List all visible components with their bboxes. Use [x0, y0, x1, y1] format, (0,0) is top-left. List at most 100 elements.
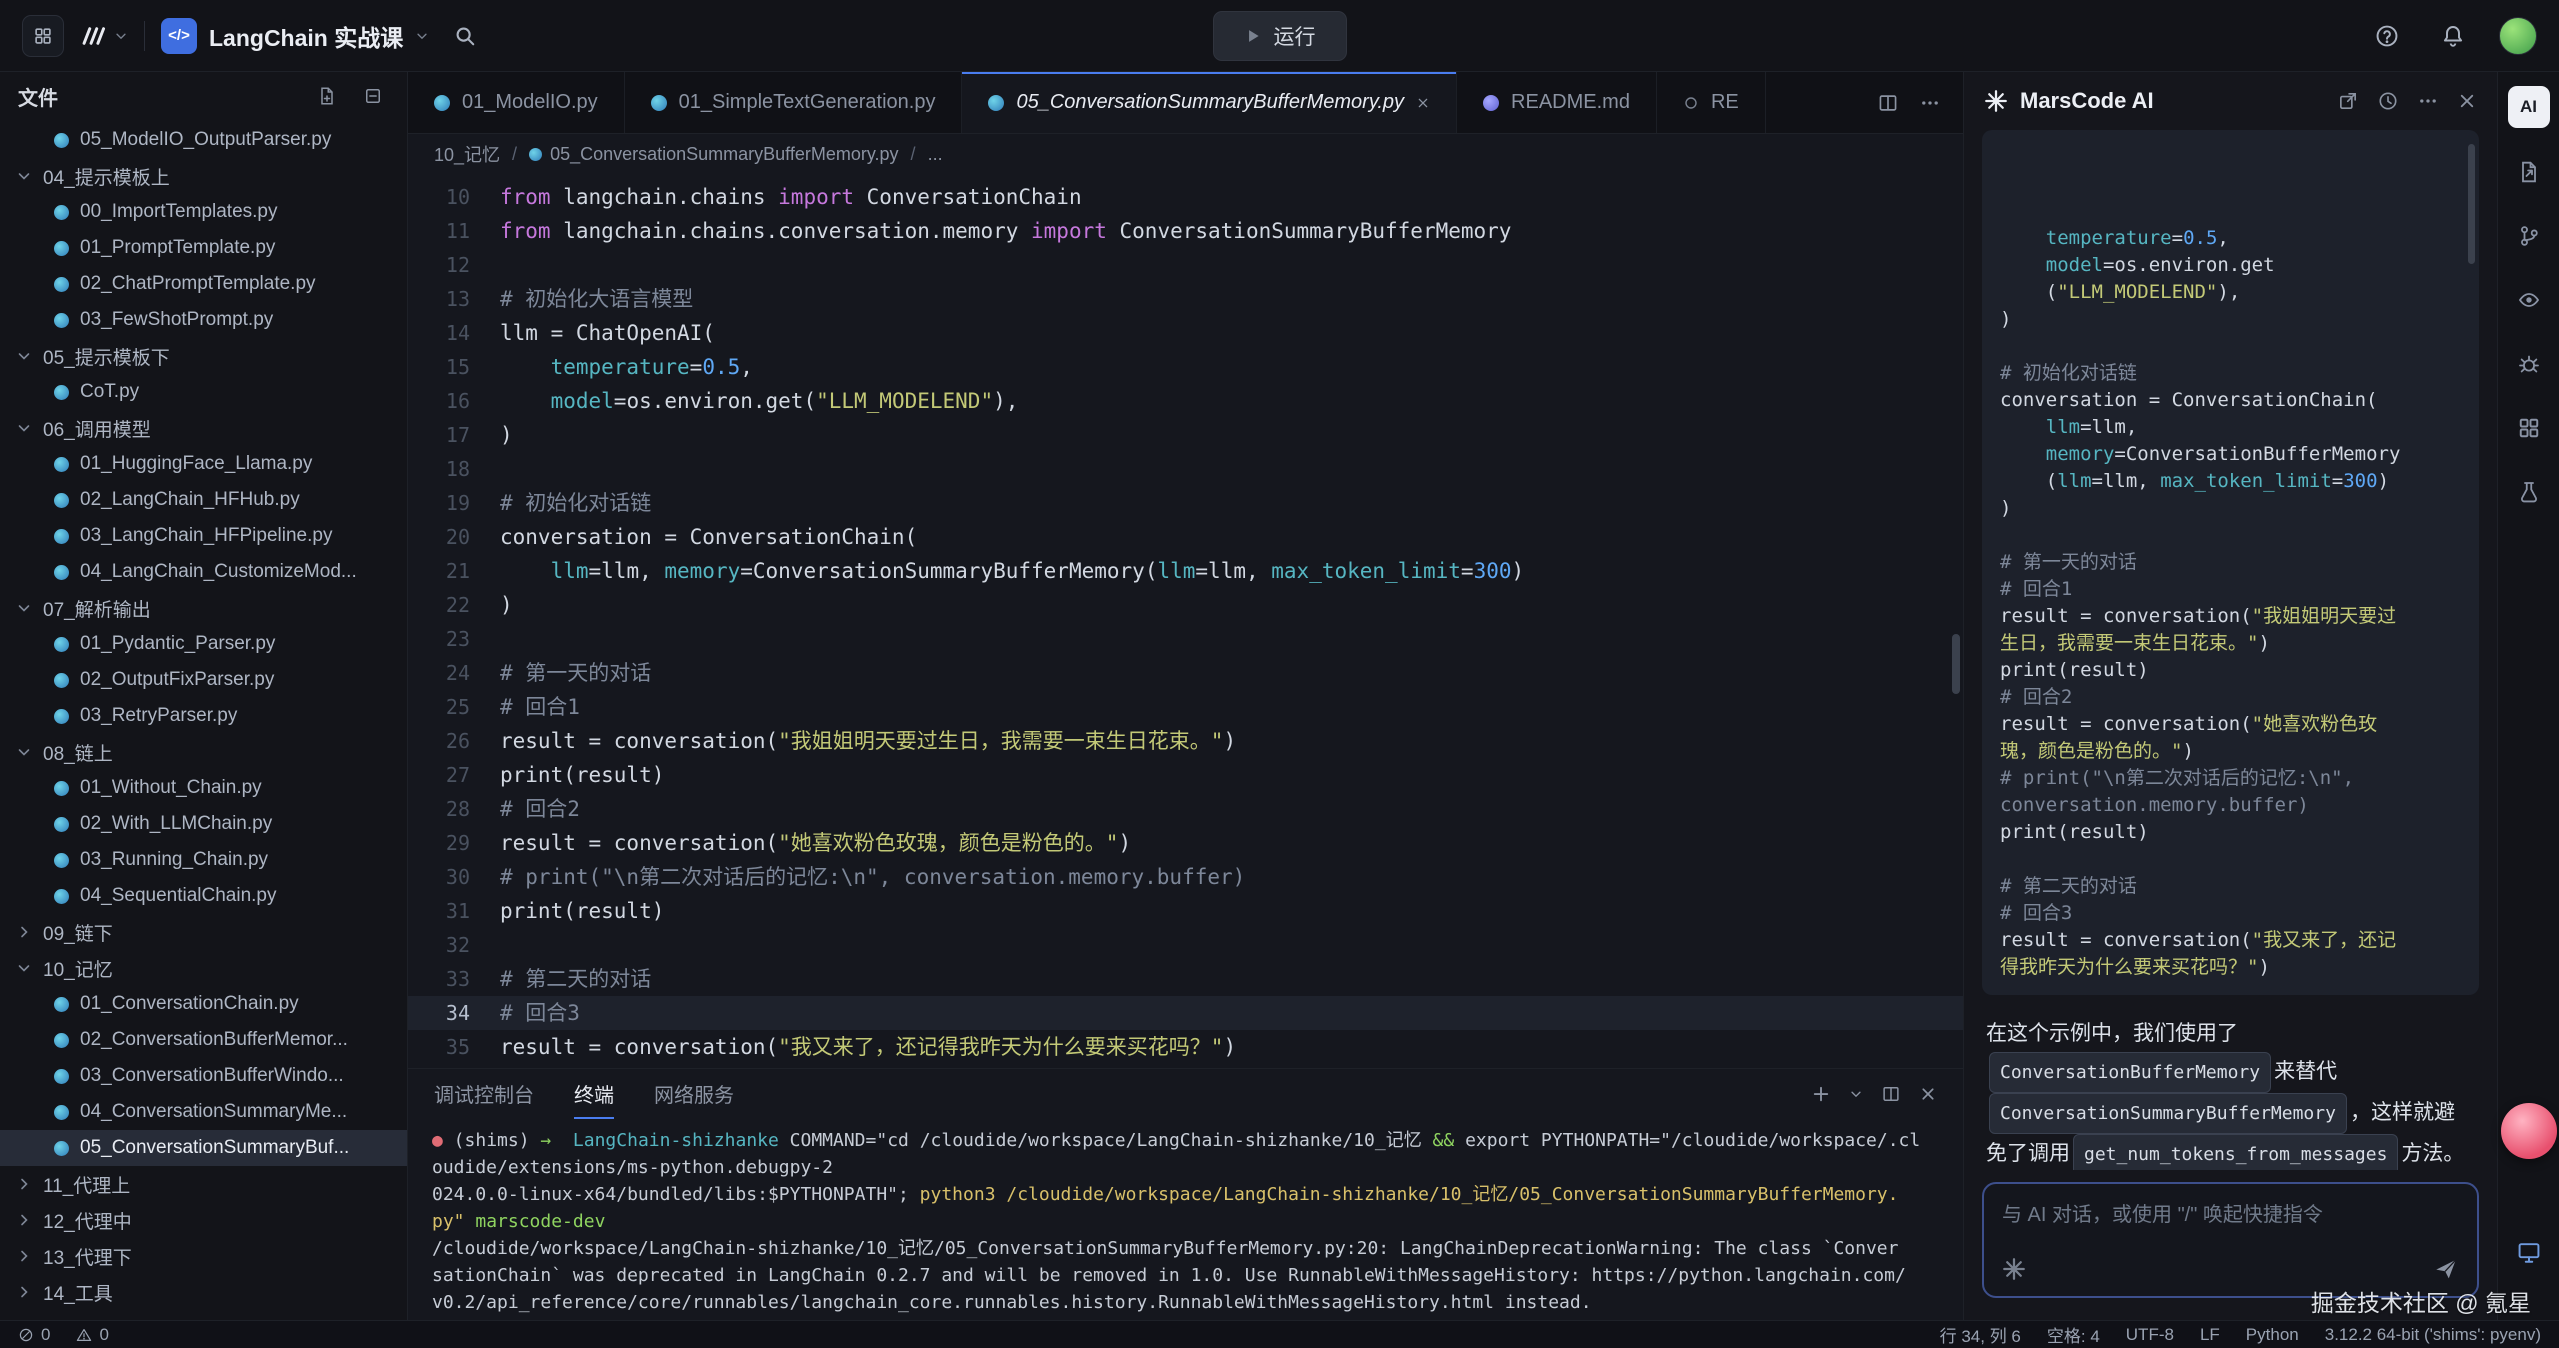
panel-tab-终端[interactable]: 终端 [574, 1069, 614, 1119]
new-chat-icon[interactable] [2337, 90, 2359, 112]
code-line-11[interactable]: 11from langchain.chains.conversation.mem… [408, 214, 1963, 248]
lab-button[interactable] [2509, 472, 2549, 512]
export-file-button[interactable] [2509, 152, 2549, 192]
code-line-31[interactable]: 31print(result) [408, 894, 1963, 928]
marscode-spark-icon[interactable] [2002, 1257, 2026, 1281]
status-item[interactable]: 空格: 4 [2047, 1322, 2100, 1347]
problems-warning[interactable]: 0 [76, 1325, 108, 1345]
tree-file-01_HuggingFace_Llama.py[interactable]: 01_HuggingFace_Llama.py [0, 446, 407, 482]
code-line-12[interactable]: 12 [408, 248, 1963, 282]
close-icon[interactable] [2457, 91, 2477, 111]
code-line-20[interactable]: 20conversation = ConversationChain( [408, 520, 1963, 554]
status-item[interactable]: 3.12.2 64-bit ('shims': pyenv) [2325, 1325, 2541, 1345]
code-line-28[interactable]: 28# 回合2 [408, 792, 1963, 826]
global-search-button[interactable] [445, 16, 485, 56]
code-line-30[interactable]: 30# print("\n第二次对话后的记忆:\n", conversation… [408, 860, 1963, 894]
project-switcher[interactable]: </> LangChain 实战课 [161, 18, 429, 54]
code-line-16[interactable]: 16 model=os.environ.get("LLM_MODELEND"), [408, 384, 1963, 418]
tree-folder-11_代理上[interactable]: 11_代理上 [0, 1166, 407, 1202]
tree-file-CoT.py[interactable]: CoT.py [0, 374, 407, 410]
preview-monitor-button[interactable] [2509, 1232, 2549, 1272]
tree-file-05_ModelIO_OutputParser.py[interactable]: 05_ModelIO_OutputParser.py [0, 122, 407, 158]
tree-file-03_RetryParser.py[interactable]: 03_RetryParser.py [0, 698, 407, 734]
tree-file-04_ConversationSummaryMe...[interactable]: 04_ConversationSummaryMe... [0, 1094, 407, 1130]
panel-tab-调试控制台[interactable]: 调试控制台 [434, 1069, 534, 1119]
tree-file-01_PromptTemplate.py[interactable]: 01_PromptTemplate.py [0, 230, 407, 266]
code-line-33[interactable]: 33# 第二天的对话 [408, 962, 1963, 996]
terminal-picker-icon[interactable] [1849, 1087, 1863, 1101]
code-line-15[interactable]: 15 temperature=0.5, [408, 350, 1963, 384]
ide-brand-button[interactable] [80, 23, 128, 49]
tree-file-01_Without_Chain.py[interactable]: 01_Without_Chain.py [0, 770, 407, 806]
split-editor-icon[interactable] [1877, 92, 1899, 114]
terminal-output[interactable]: ● (shims) → LangChain-shizhanke COMMAND=… [408, 1119, 1963, 1320]
tree-file-05_ConversationSummaryBuf...[interactable]: 05_ConversationSummaryBuf... [0, 1130, 407, 1166]
code-line-24[interactable]: 24# 第一天的对话 [408, 656, 1963, 690]
code-line-29[interactable]: 29result = conversation("她喜欢粉色玫瑰，颜色是粉色的。… [408, 826, 1963, 860]
tree-file-02_With_LLMChain.py[interactable]: 02_With_LLMChain.py [0, 806, 407, 842]
problems-error[interactable]: 0 [18, 1325, 50, 1345]
tree-file-03_ConversationBufferWindo...[interactable]: 03_ConversationBufferWindo... [0, 1058, 407, 1094]
editor-tab-01_SimpleTextGeneration.py[interactable]: 01_SimpleTextGeneration.py [625, 72, 963, 133]
tree-folder-12_代理中[interactable]: 12_代理中 [0, 1202, 407, 1238]
ai-chat-input[interactable]: 与 AI 对话，或使用 "/" 唤起快捷指令 [1982, 1182, 2479, 1298]
code-line-32[interactable]: 32 [408, 928, 1963, 962]
ai-activity-badge[interactable]: AI [2508, 86, 2550, 128]
extensions-button[interactable] [2509, 408, 2549, 448]
tree-folder-10_记忆[interactable]: 10_记忆 [0, 950, 407, 986]
code-line-18[interactable]: 18 [408, 452, 1963, 486]
close-icon[interactable] [1416, 96, 1430, 110]
more-icon[interactable] [2417, 90, 2439, 112]
code-line-13[interactable]: 13# 初始化大语言模型 [408, 282, 1963, 316]
tree-folder-14_工具[interactable]: 14_工具 [0, 1274, 407, 1310]
debug-button[interactable] [2509, 344, 2549, 384]
tree-file-03_Running_Chain.py[interactable]: 03_Running_Chain.py [0, 842, 407, 878]
panel-tab-网络服务[interactable]: 网络服务 [654, 1069, 734, 1119]
tree-file-01_Pydantic_Parser.py[interactable]: 01_Pydantic_Parser.py [0, 626, 407, 662]
editor-scrollbar[interactable] [1952, 634, 1960, 694]
tree-folder-08_链上[interactable]: 08_链上 [0, 734, 407, 770]
new-terminal-icon[interactable] [1811, 1084, 1831, 1104]
tree-file-03_LangChain_HFPipeline.py[interactable]: 03_LangChain_HFPipeline.py [0, 518, 407, 554]
history-icon[interactable] [2377, 90, 2399, 112]
tree-file-02_ChatPromptTemplate.py[interactable]: 02_ChatPromptTemplate.py [0, 266, 407, 302]
tree-folder-09_链下[interactable]: 09_链下 [0, 914, 407, 950]
status-item[interactable]: Python [2246, 1325, 2299, 1345]
code-line-23[interactable]: 23 [408, 622, 1963, 656]
collapse-all-button[interactable] [357, 80, 389, 112]
tree-folder-06_调用模型[interactable]: 06_调用模型 [0, 410, 407, 446]
new-file-button[interactable] [311, 80, 343, 112]
workspace-menu-button[interactable] [22, 15, 64, 57]
ai-code-scrollbar[interactable] [2468, 144, 2475, 264]
split-panel-icon[interactable] [1881, 1084, 1901, 1104]
source-control-button[interactable] [2509, 216, 2549, 256]
code-line-34[interactable]: 34# 回合3 [408, 996, 1963, 1030]
breadcrumb-item[interactable]: 10_记忆 [434, 141, 500, 167]
tree-file-02_LangChain_HFHub.py[interactable]: 02_LangChain_HFHub.py [0, 482, 407, 518]
editor-tab-05_ConversationSummaryBufferMemory.py[interactable]: 05_ConversationSummaryBufferMemory.py [962, 72, 1457, 133]
send-button[interactable] [2433, 1256, 2459, 1282]
tree-folder-13_代理下[interactable]: 13_代理下 [0, 1238, 407, 1274]
code-line-25[interactable]: 25# 回合1 [408, 690, 1963, 724]
ai-assistant-bubble[interactable] [2501, 1103, 2557, 1159]
preview-button[interactable] [2509, 280, 2549, 320]
tree-file-00_ImportTemplates.py[interactable]: 00_ImportTemplates.py [0, 194, 407, 230]
status-item[interactable]: UTF-8 [2126, 1325, 2174, 1345]
tree-folder-05_提示模板下[interactable]: 05_提示模板下 [0, 338, 407, 374]
tree-file-01_ConversationChain.py[interactable]: 01_ConversationChain.py [0, 986, 407, 1022]
tree-file-02_ConversationBufferMemor...[interactable]: 02_ConversationBufferMemor... [0, 1022, 407, 1058]
more-actions-icon[interactable] [1919, 92, 1941, 114]
code-line-27[interactable]: 27print(result) [408, 758, 1963, 792]
editor-tab-01_ModelIO.py[interactable]: 01_ModelIO.py [408, 72, 625, 133]
tree-folder-07_解析输出[interactable]: 07_解析输出 [0, 590, 407, 626]
breadcrumb-item[interactable]: 05_ConversationSummaryBufferMemory.py [529, 144, 898, 165]
code-editor[interactable]: 10from langchain.chains import Conversat… [408, 174, 1963, 1068]
tree-file-03_FewShotPrompt.py[interactable]: 03_FewShotPrompt.py [0, 302, 407, 338]
code-line-19[interactable]: 19# 初始化对话链 [408, 486, 1963, 520]
tree-file-04_SequentialChain.py[interactable]: 04_SequentialChain.py [0, 878, 407, 914]
code-line-21[interactable]: 21 llm=llm, memory=ConversationSummaryBu… [408, 554, 1963, 588]
editor-tab-RE[interactable]: RE [1657, 72, 1766, 133]
breadcrumb-item[interactable]: ... [928, 144, 943, 165]
editor-tab-README.md[interactable]: README.md [1457, 72, 1657, 133]
code-line-35[interactable]: 35result = conversation("我又来了，还记得我昨天为什么要… [408, 1030, 1963, 1064]
